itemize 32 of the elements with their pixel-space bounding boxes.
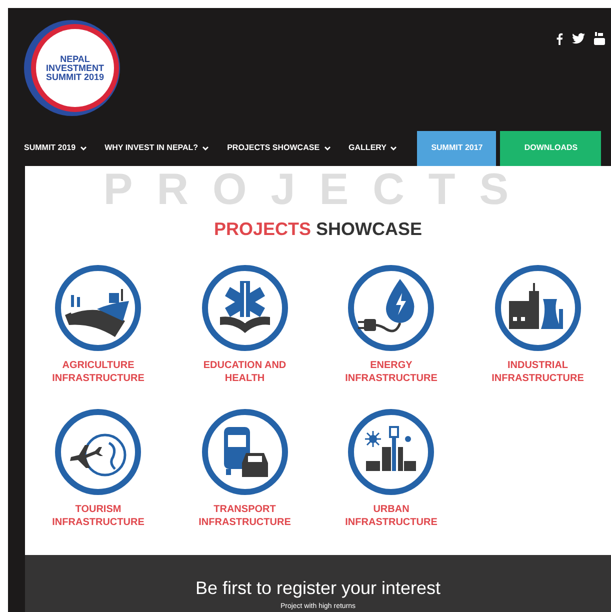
chevron-down-icon [80, 146, 87, 151]
project-label[interactable]: TOURISM INFRASTRUCTURE [38, 502, 158, 528]
urban-icon [346, 406, 436, 496]
nav-link[interactable]: WHY INVEST IN NEPAL? [104, 131, 210, 166]
chevron-down-icon [390, 146, 398, 151]
summit-logo[interactable]: NEPAL INVESTMENT SUMMIT 2019 [24, 20, 120, 116]
tourism-icon [53, 406, 144, 496]
project-label[interactable]: TRANSPORT INFRASTRUCTURE [184, 502, 305, 528]
project-label[interactable]: ENERGY INFRASTRUCTURE [331, 358, 452, 384]
chevron-down-icon [202, 146, 210, 151]
logo-text: INVESTMENT [46, 64, 104, 72]
nav-link[interactable]: GALLERY [348, 131, 398, 166]
nav-button[interactable]: DOWNLOADS [500, 131, 602, 166]
project-label[interactable]: URBAN INFRASTRUCTURE [331, 502, 452, 528]
chevron-down-icon [324, 146, 331, 151]
energy-icon [346, 262, 436, 352]
transport-icon [200, 406, 290, 496]
nav-link[interactable]: PROJECTS SHOWCASE [227, 131, 331, 166]
logo-text: NEPAL [60, 54, 90, 64]
agriculture-icon [53, 262, 144, 352]
project-label[interactable]: INDUSTRIAL INFRASTRUCTURE [478, 358, 598, 384]
bird-icon[interactable] [572, 33, 585, 44]
logo-text: SUMMIT 2019 [46, 72, 104, 82]
industrial-icon [492, 262, 583, 352]
project-label[interactable]: AGRICULTURE INFRASTRUCTURE [38, 358, 158, 384]
facebook-icon[interactable] [556, 32, 563, 44]
banner-title: Be first to register your interest [195, 576, 441, 598]
nav-button[interactable]: SUMMIT 2017 [417, 131, 496, 166]
nav-link[interactable]: SUMMIT 2019 [24, 131, 87, 166]
section-title: PROJECTS SHOWCASE [214, 218, 422, 240]
project-label[interactable]: EDUCATION AND HEALTH [184, 358, 305, 384]
education-icon [200, 262, 290, 352]
